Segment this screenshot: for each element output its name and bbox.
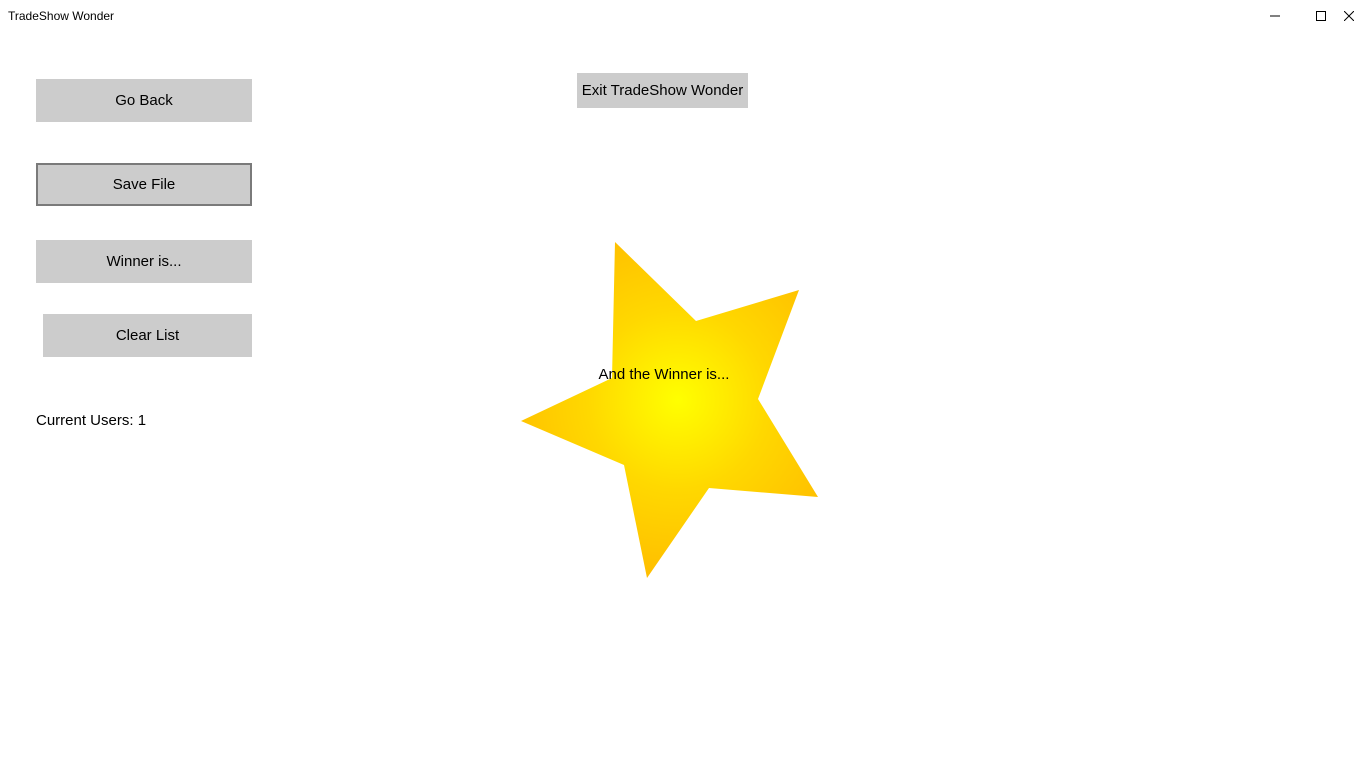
app-title: TradeShow Wonder	[8, 9, 115, 23]
close-button[interactable]	[1344, 0, 1366, 32]
save-file-button[interactable]: Save File	[36, 163, 252, 206]
go-back-button[interactable]: Go Back	[36, 79, 252, 122]
winner-announcement: And the Winner is...	[598, 366, 730, 383]
title-bar: TradeShow Wonder	[0, 0, 1366, 32]
current-users-count: Current Users: 1	[36, 412, 147, 429]
star-shape	[521, 242, 818, 578]
close-icon	[1344, 11, 1354, 21]
exit-app-button[interactable]: Exit TradeShow Wonder	[577, 73, 748, 108]
winner-is-button[interactable]: Winner is...	[36, 240, 252, 283]
minimize-button[interactable]	[1252, 0, 1298, 32]
minimize-icon	[1270, 15, 1280, 17]
clear-list-button[interactable]: Clear List	[43, 314, 252, 357]
maximize-icon	[1316, 11, 1326, 21]
maximize-button[interactable]	[1298, 0, 1344, 32]
